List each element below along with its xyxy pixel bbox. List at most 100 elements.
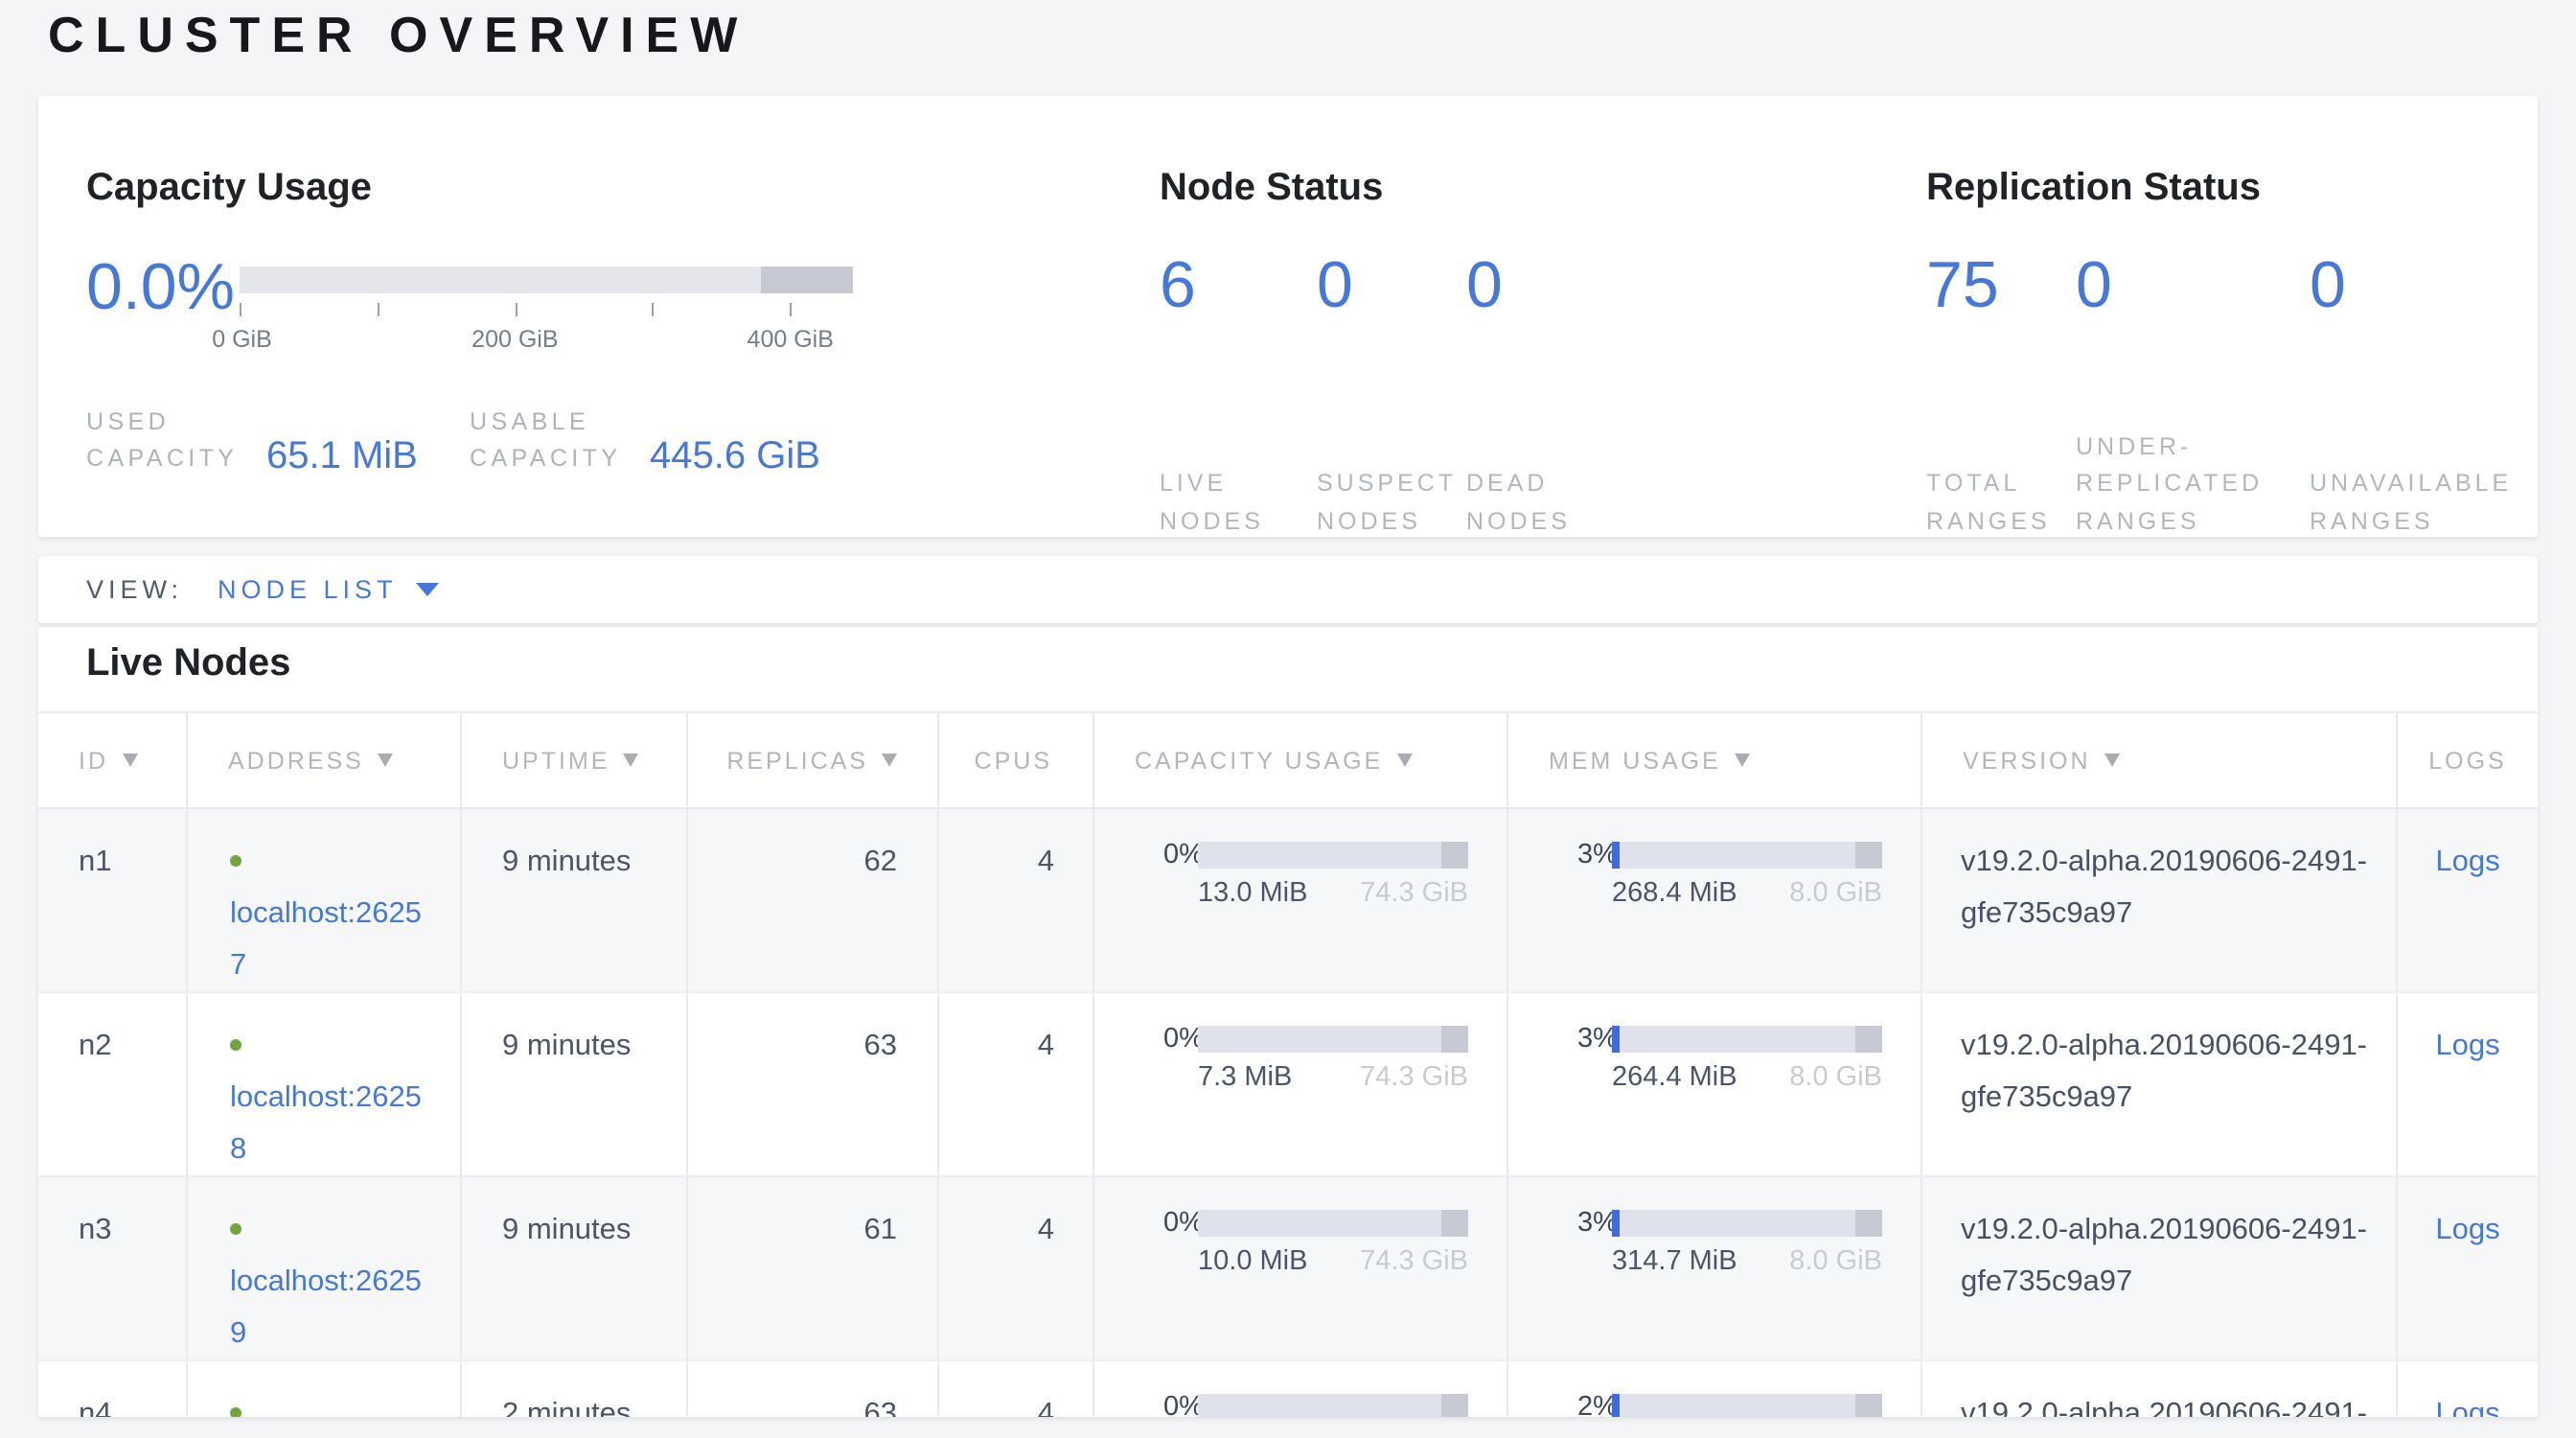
mem-usage-bar [1612,1393,1882,1417]
capacity-usage-bar-dark-segment [1441,1209,1468,1236]
column-header-label: ID [79,747,108,774]
sort-descending-icon [623,754,638,767]
capacity-usage-bar [1198,1025,1468,1052]
node-address-link[interactable]: localhost:26258 [230,1081,422,1166]
node-logs-link[interactable]: Logs [2435,1030,2499,1062]
mem-usage-top: 2% [1577,1392,1920,1417]
capacity-usage-widget: 0%7.3 MiB74.3 GiB [1094,1024,1506,1095]
capacity-gauge-dark-segment [761,267,853,293]
node-status-stats: 6LIVE NODES0SUSPECT NODES0DEAD NODES [1160,249,1643,541]
mem-usage-bar-dark-segment [1855,841,1882,868]
node-address-link[interactable]: localhost:26259 [230,1265,422,1350]
page-title: CLUSTER OVERVIEW [48,6,748,65]
live-nodes-heading: Live Nodes [86,642,290,686]
capacity-usage-widget: 0%10.0 MiB74.3 GiB [1094,1208,1506,1279]
used-capacity-stat: USED CAPACITY 65.1 MiB [86,405,418,477]
table-body: n1localhost:262579 minutes6240%13.0 MiB7… [38,809,2538,1417]
node-version-cell: v19.2.0-alpha.20190606-2491-gfe735c9a97 [1922,809,2398,991]
replication-status-stat: 75TOTAL RANGES [1926,249,2076,541]
node-status-heading: Node Status [1160,165,1383,211]
replication-status-stat: 0UNAVAILABLE RANGES [2310,249,2563,541]
capacity-usage-bar-dark-segment [1441,1393,1468,1417]
column-header-mem[interactable]: MEM USAGE [1508,713,1922,807]
replication-status-stat: 0UNDER-REPLICATED RANGES [2076,249,2310,541]
node-version-text: v19.2.0-alpha.20190606-2491-gfe735c9a97 [1961,1204,2371,1308]
node-logs-cell: Logs [2398,809,2538,991]
node-status-label: SUSPECT NODES [1317,466,1459,541]
mem-usage-percent: 3% [1577,841,1608,868]
node-live-status-icon [230,855,242,867]
mem-usage-top: 3% [1577,840,1920,869]
node-uptime-cell: 9 minutes [462,809,688,991]
node-live-status-icon [230,1223,242,1235]
node-address-wrap: localhost:26259 [230,1204,433,1359]
node-logs-cell: Logs [2398,1177,2538,1359]
mem-usage-values: 268.4 MiB 8.0 GiB [1612,876,1882,911]
node-version-text: v19.2.0-alpha.20190606-2491-gfe735c9a97 [1961,1388,2371,1417]
column-header-replicas[interactable]: REPLICAS [688,713,939,807]
node-status-label: LIVE NODES [1160,466,1309,541]
mem-total-value: 8.0 GiB [1789,876,1882,911]
sort-descending-icon [122,754,137,767]
mem-usage-percent: 3% [1577,1025,1608,1052]
node-address-wrap: localhost:26261 [230,1388,433,1417]
column-header-label: CPUS [975,747,1052,774]
capacity-used-percent: 0.0% [86,251,235,324]
node-uptime-cell: 9 minutes [462,1177,688,1359]
mem-used-value: 268.4 MiB [1612,876,1737,911]
capacity-used-value: 13.0 MiB [1198,876,1307,911]
node-address-cell: localhost:26259 [188,1177,462,1359]
node-logs-link[interactable]: Logs [2435,1398,2499,1417]
usable-capacity-value: 445.6 GiB [650,435,820,477]
capacity-gauge-ticks [240,303,853,318]
capacity-gauge-tick [378,303,380,316]
column-header-capacity[interactable]: CAPACITY USAGE [1094,713,1508,807]
capacity-usage-bar-dark-segment [1441,1025,1468,1052]
replication-status-label: UNDER-REPLICATED RANGES [2076,429,2302,541]
used-capacity-label: USED CAPACITY [86,405,240,477]
view-selected-option[interactable]: NODE LIST [218,575,398,604]
node-logs-link[interactable]: Logs [2435,1214,2499,1246]
view-bar: VIEW: NODE LIST [38,556,2538,623]
capacity-usage-percent: 0% [1163,841,1194,868]
column-header-address[interactable]: ADDRESS [188,713,462,807]
column-header-label: UPTIME [502,747,610,774]
node-status-label: DEAD NODES [1466,466,1635,541]
node-uptime-cell: 2 minutes [462,1361,688,1417]
mem-usage-widget: 2%232.0 MiB8.0 GiB [1508,1392,1920,1417]
capacity-usage-heading: Capacity Usage [86,165,372,211]
capacity-gauge: 0 GiB 200 GiB 400 GiB [240,267,853,355]
node-address-wrap: localhost:26258 [230,1020,433,1175]
node-capacity-usage-cell: 0%7.3 MiB74.3 GiB [1094,993,1508,1175]
node-replicas-cell: 62 [688,809,939,991]
view-selector[interactable]: NODE LIST [218,575,440,604]
capacity-gauge-bar [240,267,853,293]
node-address-link[interactable]: localhost:26257 [230,897,422,982]
node-status-stat: 0SUSPECT NODES [1317,249,1466,541]
column-header-id[interactable]: ID [38,713,188,807]
sort-descending-icon [378,754,393,767]
node-logs-cell: Logs [2398,993,2538,1175]
node-address-cell: localhost:26257 [188,809,462,991]
node-mem-usage-cell: 3%264.4 MiB8.0 GiB [1508,993,1922,1175]
replication-status-value: 0 [2310,249,2563,322]
capacity-usage-top: 0% [1163,840,1506,869]
node-cpus-cell: 4 [939,1361,1094,1417]
node-id-cell: n1 [38,809,188,991]
mem-usage-bar-dark-segment [1855,1393,1882,1417]
cluster-overview-page: CLUSTER OVERVIEW Capacity Usage Node Sta… [0,0,2576,1438]
column-header-version[interactable]: VERSION [1922,713,2398,807]
mem-usage-widget: 3%264.4 MiB8.0 GiB [1508,1024,1920,1095]
capacity-usage-bar-dark-segment [1441,841,1468,868]
usable-capacity-stat: USABLE CAPACITY 445.6 GiB [470,405,820,477]
mem-usage-top: 3% [1577,1208,1920,1237]
capacity-gauge-tick [791,303,793,316]
node-address-wrap: localhost:26257 [230,836,433,991]
capacity-gauge-tick [240,303,242,316]
axis-label-0gib: 0 GiB [212,326,272,353]
node-cpus-cell: 4 [939,993,1094,1175]
column-header-label: VERSION [1963,747,2091,774]
column-header-uptime[interactable]: UPTIME [462,713,688,807]
node-logs-link[interactable]: Logs [2435,846,2499,878]
node-version-cell: v19.2.0-alpha.20190606-2491-gfe735c9a97 [1922,1361,2398,1417]
